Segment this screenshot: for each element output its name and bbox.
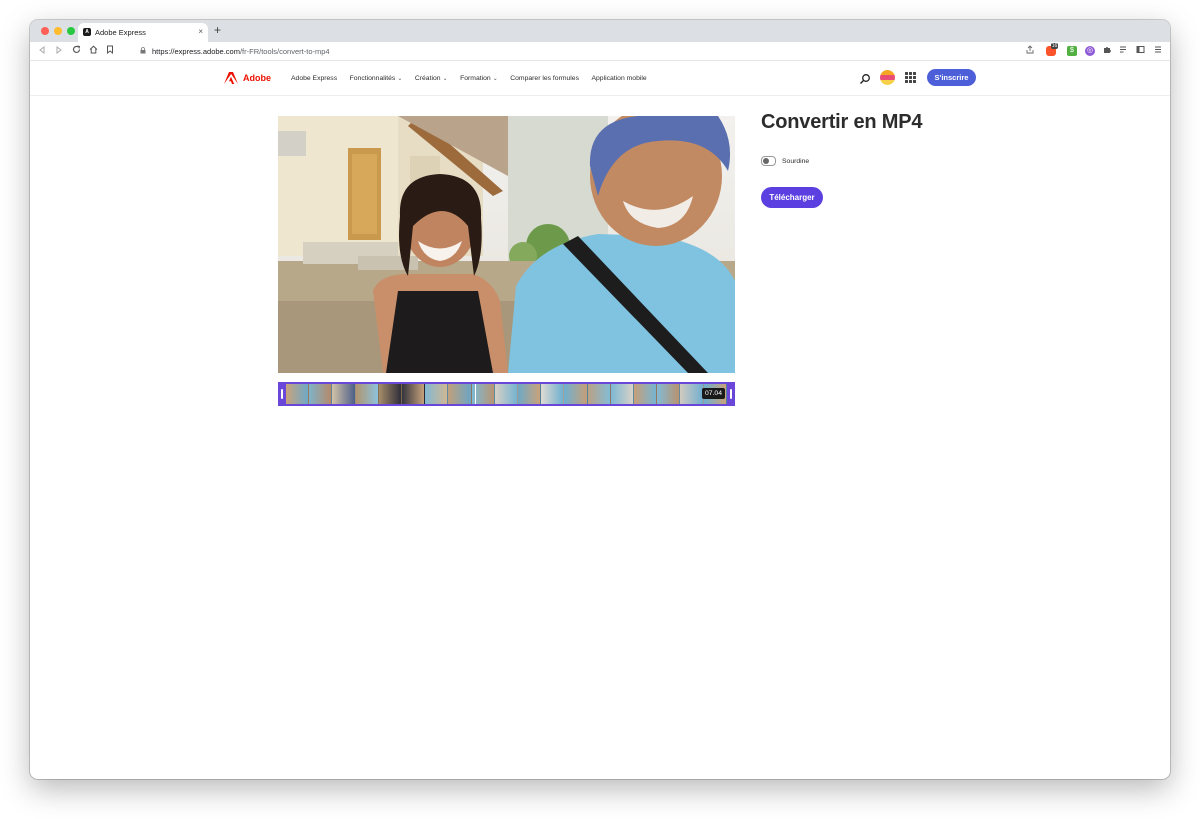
timeline-thumbnails [286,384,727,404]
tab-close-icon[interactable]: × [198,27,203,36]
forward-icon[interactable] [53,45,65,57]
circle-extension-icon[interactable]: ◎ [1085,46,1095,56]
browser-window: A Adobe Express × + https://express.adob… [30,20,1170,779]
nav-formation-label: Formation [460,74,491,82]
dollar-extension-icon[interactable]: $ [1067,46,1077,56]
tab-adobe-express[interactable]: A Adobe Express × [78,23,208,42]
nav-comparer-formules-label: Comparer les formules [510,74,579,82]
lock-icon [140,46,146,59]
trim-timeline[interactable]: 07.04 [278,382,735,406]
nav-fonctionnalites[interactable]: Fonctionnalités ⌄ [350,75,403,82]
trim-end-handle[interactable] [727,382,735,406]
puzzle-extensions-icon[interactable] [1101,45,1113,57]
url-path: /fr-FR/tools/convert-to-mp4 [239,47,330,56]
mute-toggle-row: Sourdine [761,156,809,166]
nav-formation[interactable]: Formation ⌄ [460,75,498,82]
chevron-down-icon: ⌄ [492,75,498,82]
page-title: Convertir en MP4 [761,111,923,133]
nav-comparer-formules[interactable]: Comparer les formules [510,75,579,82]
url-host: https://express.adobe.com [152,47,240,56]
bookmark-icon[interactable] [104,45,116,57]
tab-title: Adobe Express [95,28,146,37]
tab-strip: A Adobe Express × + [30,20,1170,42]
search-icon[interactable] [859,72,871,84]
nav-adobe-express-label: Adobe Express [291,74,338,82]
nav-creation-label: Création [414,74,441,82]
close-window-button[interactable] [41,27,49,35]
share-icon[interactable] [1024,45,1036,57]
app-switcher-icon[interactable] [905,72,916,83]
download-button[interactable]: Télécharger [761,187,823,208]
nav-creation[interactable]: Création ⌄ [415,75,448,82]
nav-application-mobile-label: Application mobile [591,74,647,82]
back-icon[interactable] [36,45,48,57]
nav-adobe-express[interactable]: Adobe Express [291,75,337,82]
avatar[interactable] [880,70,895,85]
address-bar[interactable]: https://express.adobe.com/fr-FR/tools/co… [140,45,1030,58]
mute-label: Sourdine [782,157,810,165]
browser-toolbar: https://express.adobe.com/fr-FR/tools/co… [30,42,1170,61]
video-frame-image [278,116,735,373]
playlist-icon[interactable] [1117,45,1129,57]
menu-icon[interactable] [1152,45,1164,57]
signup-button[interactable]: S'inscrire [927,69,976,86]
reload-icon[interactable] [70,45,82,57]
adobe-logo[interactable]: Adobe [224,71,271,85]
shields-count-badge: 16 [1051,43,1058,49]
playhead[interactable] [475,384,476,404]
adobe-logo-icon [224,72,238,84]
main-nav: Adobe Express Fonctionnalités ⌄ Création ⌄… [291,61,659,95]
adobe-express-favicon-icon: A [83,28,91,36]
video-preview[interactable] [278,116,735,373]
video-duration-label: 07.04 [701,388,725,399]
adobe-logo-text: Adobe [243,73,271,83]
chevron-down-icon: ⌄ [397,75,403,82]
chevron-down-icon: ⌄ [442,75,448,82]
nav-application-mobile[interactable]: Application mobile [591,75,646,82]
trim-start-handle[interactable] [278,382,286,406]
mute-toggle[interactable] [761,156,776,166]
zoom-window-button[interactable] [67,27,75,35]
home-icon[interactable] [87,45,99,57]
minimize-window-button[interactable] [54,27,62,35]
new-tab-button[interactable]: + [214,23,221,37]
sidebar-icon[interactable] [1134,45,1146,57]
site-header: Adobe Adobe Express Fonctionnalités ⌄ Cré… [30,61,1170,96]
nav-fonctionnalites-label: Fonctionnalités [349,74,396,82]
